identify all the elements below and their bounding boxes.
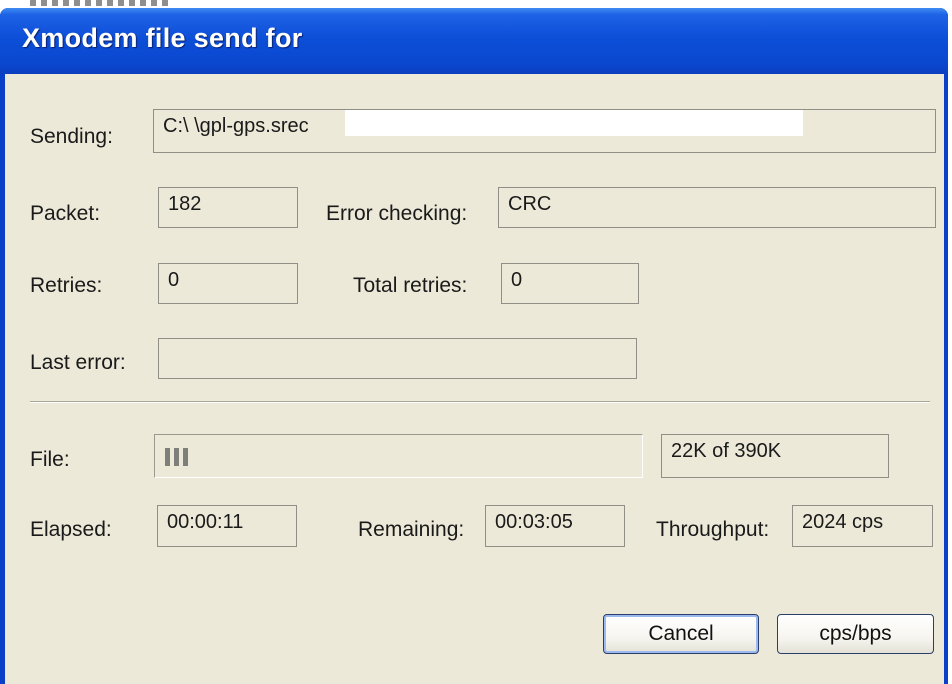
sending-label: Sending: [30, 125, 113, 148]
total-retries-label: Total retries: [353, 274, 468, 297]
last-error-label: Last error: [30, 351, 126, 374]
file-size-value: 22K of 390K [671, 440, 782, 462]
cps-bps-button[interactable]: cps/bps [777, 614, 934, 654]
throughput-field: 2024 cps [792, 505, 933, 547]
sending-value: C:\ \gpl-gps.srec [163, 115, 309, 137]
background-window-fragment [30, 0, 170, 6]
error-checking-label: Error checking: [326, 202, 468, 225]
error-checking-field: CRC [498, 187, 936, 228]
dialog-body: Sending: C:\ \gpl-gps.srec Packet: 182 E… [5, 74, 944, 684]
total-retries-field: 0 [501, 263, 639, 304]
remaining-label: Remaining: [358, 518, 465, 541]
packet-field: 182 [158, 187, 298, 228]
packet-value: 182 [168, 193, 202, 215]
section-divider [30, 401, 930, 403]
retries-field: 0 [158, 263, 298, 304]
file-progress-bar [154, 434, 643, 478]
elapsed-field: 00:00:11 [157, 505, 297, 547]
file-label: File: [30, 448, 70, 471]
throughput-label: Throughput: [656, 518, 770, 541]
elapsed-label: Elapsed: [30, 518, 112, 541]
remaining-value: 00:03:05 [495, 511, 573, 533]
error-checking-value: CRC [508, 193, 552, 215]
packet-label: Packet: [30, 202, 101, 225]
file-size-field: 22K of 390K [661, 434, 889, 478]
retries-value: 0 [168, 269, 180, 291]
total-retries-value: 0 [511, 269, 523, 291]
file-progress-fill [165, 448, 188, 466]
last-error-field [158, 338, 637, 379]
retries-label: Retries: [30, 274, 103, 297]
title-bar[interactable]: Xmodem file send for [0, 8, 948, 74]
cancel-button[interactable]: Cancel [603, 614, 759, 654]
throughput-value: 2024 cps [802, 511, 884, 533]
elapsed-value: 00:00:11 [167, 511, 244, 533]
window-title: Xmodem file send for [22, 23, 303, 53]
redacted-path-block [345, 110, 803, 136]
remaining-field: 00:03:05 [485, 505, 625, 547]
